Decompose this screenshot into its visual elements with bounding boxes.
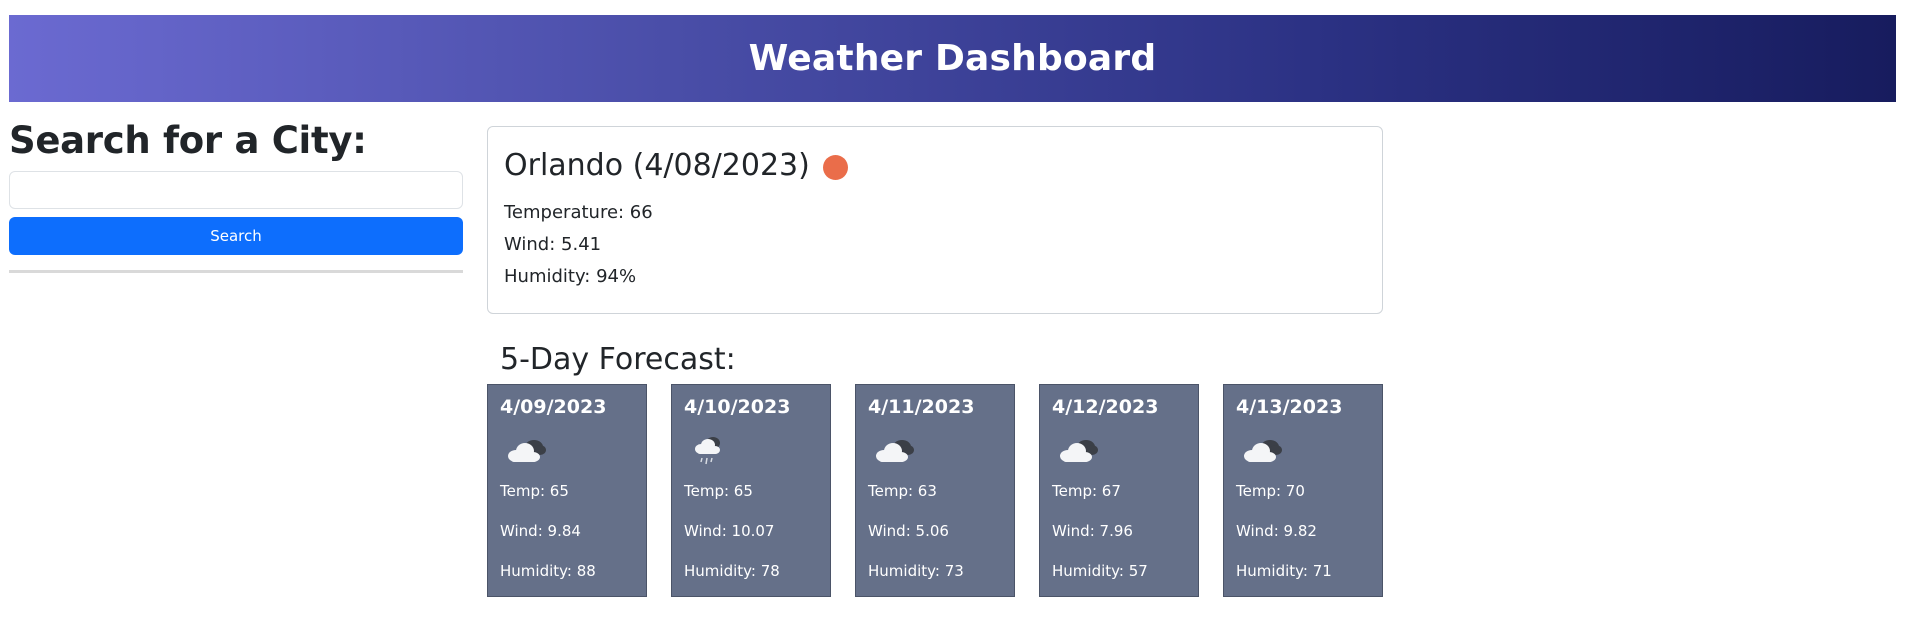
page-title: Weather Dashboard	[748, 38, 1157, 79]
forecast-temp: Temp: 70	[1236, 482, 1305, 500]
cloudy-icon	[1060, 440, 1098, 462]
forecast-details: Temp: 63 Wind: 5.06 Humidity: 73	[868, 471, 1002, 591]
forecast-wind: Wind: 10.07	[684, 522, 775, 540]
forecast-card: 4/12/2023 Temp: 67 Wind: 7.96 Humidity: …	[1039, 384, 1199, 597]
forecast-humidity: Humidity: 78	[684, 562, 780, 580]
forecast-date: 4/12/2023	[1052, 396, 1159, 418]
forecast-details: Temp: 65 Wind: 10.07 Humidity: 78	[684, 471, 818, 591]
forecast-humidity: Humidity: 88	[500, 562, 596, 580]
current-wind: Wind: 5.41	[504, 234, 602, 255]
cloudy-icon	[1244, 440, 1282, 462]
current-weather-title-row: Orlando (4/08/2023)	[504, 143, 1366, 187]
forecast-temp: Temp: 67	[1052, 482, 1121, 500]
forecast-humidity: Humidity: 57	[1052, 562, 1148, 580]
forecast-card: 4/10/2023 Temp: 65 Wind: 10.07 Humidity:…	[671, 384, 831, 597]
forecast-wind: Wind: 7.96	[1052, 522, 1133, 540]
current-humidity: Humidity: 94%	[504, 266, 637, 287]
forecast-date: 4/13/2023	[1236, 396, 1343, 418]
forecast-card: 4/11/2023 Temp: 63 Wind: 5.06 Humidity: …	[855, 384, 1015, 597]
forecast-heading: 5-Day Forecast:	[500, 342, 736, 377]
forecast-details: Temp: 65 Wind: 9.84 Humidity: 88	[500, 471, 634, 591]
forecast-details: Temp: 67 Wind: 7.96 Humidity: 57	[1052, 471, 1186, 591]
sun-icon	[822, 154, 848, 180]
forecast-details: Temp: 70 Wind: 9.82 Humidity: 71	[1236, 471, 1370, 591]
forecast-date: 4/09/2023	[500, 396, 607, 418]
search-sidebar: Search for a City: Search	[9, 116, 463, 273]
search-heading: Search for a City:	[9, 119, 367, 162]
current-weather-details: Temperature: 66 Wind: 5.41 Humidity: 94%	[504, 197, 1366, 293]
forecast-date: 4/11/2023	[868, 396, 975, 418]
forecast-humidity: Humidity: 71	[1236, 562, 1332, 580]
page-header: Weather Dashboard	[9, 15, 1896, 102]
cloudy-icon	[508, 440, 546, 462]
forecast-temp: Temp: 65	[684, 482, 753, 500]
cloudy-icon	[876, 440, 914, 462]
forecast-row: 4/09/2023 Temp: 65 Wind: 9.84 Humidity: …	[487, 384, 1383, 597]
forecast-temp: Temp: 63	[868, 482, 937, 500]
forecast-wind: Wind: 9.84	[500, 522, 581, 540]
search-history-divider	[9, 270, 463, 273]
rain-cloud-icon	[695, 437, 720, 465]
current-weather-card: Orlando (4/08/2023) Temperature: 66 Wind…	[487, 126, 1383, 314]
city-search-input[interactable]	[9, 171, 463, 209]
current-city-date: Orlando (4/08/2023)	[504, 147, 810, 183]
forecast-card: 4/13/2023 Temp: 70 Wind: 9.82 Humidity: …	[1223, 384, 1383, 597]
forecast-wind: Wind: 9.82	[1236, 522, 1317, 540]
search-button[interactable]: Search	[9, 217, 463, 255]
forecast-humidity: Humidity: 73	[868, 562, 964, 580]
current-temperature: Temperature: 66	[504, 202, 653, 223]
forecast-temp: Temp: 65	[500, 482, 569, 500]
forecast-date: 4/10/2023	[684, 396, 791, 418]
forecast-card: 4/09/2023 Temp: 65 Wind: 9.84 Humidity: …	[487, 384, 647, 597]
forecast-wind: Wind: 5.06	[868, 522, 949, 540]
